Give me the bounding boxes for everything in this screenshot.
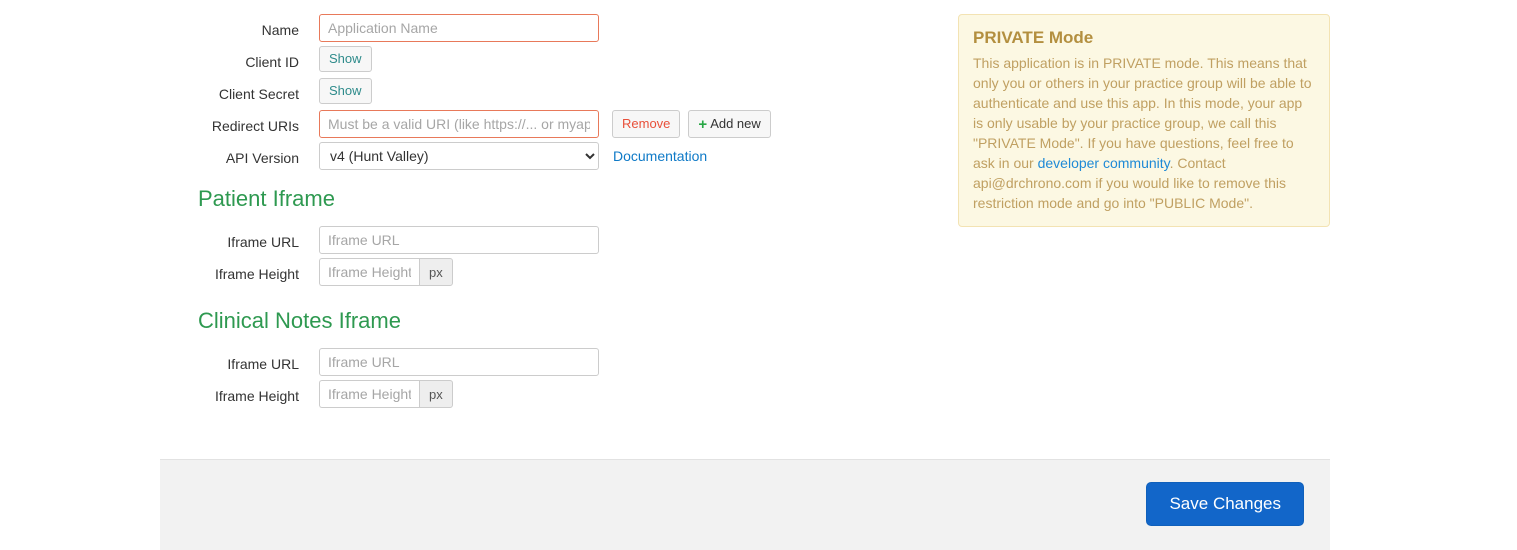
api-version-control: v4 (Hunt Valley) Documentation xyxy=(319,142,707,170)
clinical-notes-iframe-url-input[interactable] xyxy=(319,348,599,376)
label-redirect-uris: Redirect URIs xyxy=(0,110,319,136)
client-secret-control: Show xyxy=(319,78,372,104)
label-client-id: Client ID xyxy=(0,46,319,72)
form-row-patient-iframe-url: Iframe URL xyxy=(0,226,599,258)
label-patient-iframe-url: Iframe URL xyxy=(0,226,319,252)
private-mode-description: This application is in PRIVATE mode. Thi… xyxy=(973,53,1315,213)
patient-iframe-height-unit: px xyxy=(419,258,453,286)
redirect-uri-input[interactable] xyxy=(319,110,599,138)
label-clinical-iframe-url: Iframe URL xyxy=(0,348,319,374)
remove-redirect-uri-button[interactable]: Remove xyxy=(612,110,680,138)
form-row-client-id: Client ID Show xyxy=(0,46,372,78)
plus-icon: + xyxy=(698,117,707,132)
form-row-patient-iframe-height: Iframe Height px xyxy=(0,258,453,290)
clinical-notes-iframe-height-input[interactable] xyxy=(319,380,419,408)
clinical-iframe-height-control: px xyxy=(319,380,453,408)
clinical-notes-iframe-height-unit: px xyxy=(419,380,453,408)
form-row-client-secret: Client Secret Show xyxy=(0,78,372,110)
clinical-iframe-url-control xyxy=(319,348,599,376)
label-name: Name xyxy=(0,14,319,40)
patient-iframe-height-input[interactable] xyxy=(319,258,419,286)
label-patient-iframe-height: Iframe Height xyxy=(0,258,319,284)
clinical-notes-iframe-heading: Clinical Notes Iframe xyxy=(198,308,401,334)
form-row-clinical-iframe-height: Iframe Height px xyxy=(0,380,453,412)
api-version-select[interactable]: v4 (Hunt Valley) xyxy=(319,142,599,170)
patient-iframe-height-group: px xyxy=(319,258,453,286)
label-api-version: API Version xyxy=(0,142,319,168)
add-new-label: Add new xyxy=(710,114,761,134)
developer-community-link[interactable]: developer community xyxy=(1038,155,1170,171)
redirect-uris-control: Remove + Add new xyxy=(319,110,771,138)
name-control xyxy=(319,14,599,42)
add-new-redirect-uri-button[interactable]: + Add new xyxy=(688,110,770,138)
show-client-id-button[interactable]: Show xyxy=(319,46,372,72)
documentation-link[interactable]: Documentation xyxy=(613,142,707,170)
label-clinical-iframe-height: Iframe Height xyxy=(0,380,319,406)
private-mode-panel: PRIVATE Mode This application is in PRIV… xyxy=(958,14,1330,227)
patient-iframe-url-input[interactable] xyxy=(319,226,599,254)
form-row-api-version: API Version v4 (Hunt Valley) Documentati… xyxy=(0,142,707,174)
clinical-iframe-height-group: px xyxy=(319,380,453,408)
form-row-redirect-uris: Redirect URIs Remove + Add new xyxy=(0,110,771,142)
private-mode-title: PRIVATE Mode xyxy=(973,27,1315,49)
patient-iframe-url-control xyxy=(319,226,599,254)
form-row-clinical-iframe-url: Iframe URL xyxy=(0,348,599,380)
form-footer-bar: Save Changes xyxy=(160,459,1330,550)
patient-iframe-heading: Patient Iframe xyxy=(198,186,335,212)
client-id-control: Show xyxy=(319,46,372,72)
save-changes-button[interactable]: Save Changes xyxy=(1146,482,1304,526)
form-row-name: Name xyxy=(0,14,599,46)
patient-iframe-height-control: px xyxy=(319,258,453,286)
application-name-input[interactable] xyxy=(319,14,599,42)
label-client-secret: Client Secret xyxy=(0,78,319,104)
private-mode-text-before-link: This application is in PRIVATE mode. Thi… xyxy=(973,55,1312,171)
show-client-secret-button[interactable]: Show xyxy=(319,78,372,104)
